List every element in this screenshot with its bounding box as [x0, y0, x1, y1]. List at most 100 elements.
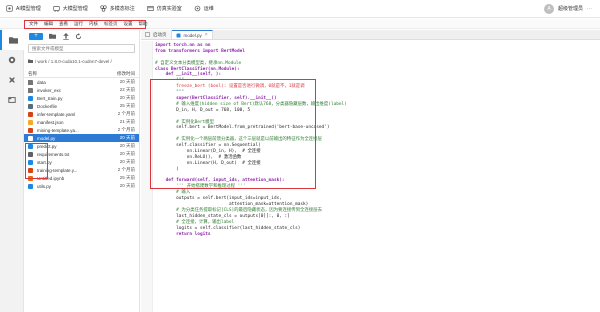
- file-name: mining-template.ya...: [37, 127, 79, 133]
- nav-label: 运维: [203, 6, 214, 12]
- file-row[interactable]: requirements.txt 20 天前: [24, 150, 139, 158]
- ops-icon: [194, 5, 201, 12]
- file-modified: 25 天前: [119, 103, 135, 108]
- file-modified: 20 天前: [119, 135, 135, 140]
- file-toolbar: +: [24, 30, 139, 42]
- python-file-icon: [176, 33, 180, 37]
- tab-label: model.py: [183, 32, 202, 38]
- code-line[interactable]: return logits: [155, 232, 455, 238]
- file-list: data 20 天前 invoker_exc 22 天前 Bert_train.py 20…: [24, 78, 139, 190]
- nav-label: 仿真实验室: [156, 6, 182, 12]
- rail-tabs[interactable]: [0, 90, 24, 110]
- rail-folder[interactable]: [0, 30, 24, 50]
- ai-model-icon: [6, 5, 13, 12]
- nav-ai-model[interactable]: AI模型管理: [0, 0, 47, 18]
- menubar-highlight-box: [24, 20, 146, 29]
- file-name: manifest.json: [37, 119, 64, 125]
- file-name: model.py: [37, 135, 56, 141]
- file-name: start.py: [37, 159, 52, 165]
- rail-commands[interactable]: [0, 70, 24, 90]
- file-name: Untitled.ipynb: [37, 175, 65, 181]
- folder-icon: [28, 79, 33, 85]
- nav-label: AI模型管理: [16, 6, 41, 12]
- tab-model-py[interactable]: model.py ×: [171, 30, 213, 39]
- file-modified: 20 天前: [119, 79, 135, 84]
- lab-icon: [147, 6, 154, 11]
- new-launcher-button[interactable]: +: [29, 32, 43, 40]
- annotation-icon: [100, 5, 107, 12]
- code-editor[interactable]: import torch.nn as nn from transformers i…: [141, 41, 600, 312]
- file-name: training-template.y...: [37, 167, 78, 173]
- upload-icon[interactable]: [62, 32, 69, 40]
- file-modified: 20 天前: [119, 151, 135, 156]
- tab-launcher[interactable]: 启动页: [141, 30, 172, 39]
- refresh-icon[interactable]: [75, 32, 82, 40]
- file-row[interactable]: infer-template.yaml 2 个月前: [24, 110, 139, 118]
- json-file-icon: [28, 119, 33, 125]
- file-modified: 20 天前: [119, 95, 135, 100]
- text-file-icon: [28, 151, 33, 157]
- line-gutter: [141, 41, 153, 312]
- file-modified: 21 天前: [119, 119, 135, 124]
- left-icon-rail: [0, 30, 24, 312]
- yaml-file-icon: [28, 111, 33, 117]
- nav-ops[interactable]: 运维: [188, 0, 220, 18]
- new-folder-icon[interactable]: [49, 33, 56, 40]
- python-file-icon: [28, 143, 33, 149]
- more-menu[interactable]: ···: [587, 6, 592, 12]
- file-row[interactable]: start.py 20 天前: [24, 158, 139, 166]
- rail-running[interactable]: [0, 50, 24, 70]
- user-name[interactable]: 超级管理员: [558, 5, 583, 12]
- python-file-icon: [28, 135, 33, 141]
- nav-label: 多模态标注: [109, 6, 135, 12]
- yaml-file-icon: [28, 167, 33, 173]
- file-row[interactable]: training-template.y... 2 个月前: [24, 166, 139, 174]
- file-row[interactable]: predict.py 20 天前: [24, 142, 139, 150]
- launcher-icon: [145, 32, 150, 37]
- file-row[interactable]: Untitled.ipynb 25 天前: [24, 174, 139, 182]
- tabs-icon: [8, 97, 16, 103]
- file-name: data: [37, 79, 46, 85]
- breadcrumb-path[interactable]: / work / 1.8.0-cuda10.1-cudnn7-devel /: [35, 59, 112, 64]
- notebook-file-icon: [28, 175, 33, 181]
- nav-label: 大模型管理: [62, 6, 88, 12]
- file-row[interactable]: invoker_exc 22 天前: [24, 86, 139, 94]
- file-row[interactable]: manifest.json 21 天前: [24, 118, 139, 126]
- file-modified: 2 个月前: [117, 111, 135, 116]
- python-file-icon: [28, 183, 33, 189]
- code-content[interactable]: import torch.nn as nn from transformers i…: [155, 43, 455, 237]
- col-name[interactable]: 名称: [28, 71, 117, 77]
- file-row[interactable]: mining-template.ya... 2 个月前: [24, 126, 139, 134]
- file-search: [28, 44, 135, 53]
- file-name: Bert_train.py: [37, 95, 63, 101]
- nav-annotation[interactable]: 多模态标注: [94, 0, 141, 18]
- file-file-icon: [28, 103, 33, 109]
- search-input[interactable]: [32, 46, 127, 51]
- file-row[interactable]: Dockerfile 25 天前: [24, 102, 139, 110]
- top-navigation-bar: AI模型管理 大模型管理 多模态标注 仿真实验室 运维 A 超级管理员 ···: [0, 0, 600, 18]
- avatar[interactable]: A: [543, 3, 554, 14]
- running-icon: [8, 56, 16, 64]
- file-name: infer-template.yaml: [37, 111, 76, 117]
- file-name: Dockerfile: [37, 103, 58, 109]
- file-browser: + / work / 1.8.0-cuda10.1-cudnn7-devel /…: [24, 30, 140, 312]
- file-list-header: 名称 修改时间: [24, 70, 139, 78]
- tab-bar: 启动页 model.py ×: [141, 30, 600, 40]
- close-icon[interactable]: ×: [205, 32, 208, 38]
- file-row[interactable]: data 20 天前: [24, 78, 139, 86]
- file-modified: 20 天前: [119, 183, 135, 188]
- file-row[interactable]: utils.py 20 天前: [24, 182, 139, 190]
- file-modified: 2 个月前: [117, 167, 135, 172]
- menubar: 文件 编辑 查看 运行 内核 标签页 设置 帮助: [0, 19, 600, 29]
- file-modified: 25 天前: [119, 175, 135, 180]
- file-row[interactable]: model.py 20 天前: [24, 134, 139, 142]
- nav-large-model[interactable]: 大模型管理: [47, 0, 94, 18]
- nav-lab[interactable]: 仿真实验室: [141, 0, 188, 18]
- col-modified[interactable]: 修改时间: [117, 71, 135, 77]
- python-file-icon: [28, 95, 33, 101]
- file-modified: 20 天前: [119, 143, 135, 148]
- file-row[interactable]: Bert_train.py 20 天前: [24, 94, 139, 102]
- folder-icon: [8, 37, 18, 44]
- python-file-icon: [28, 159, 33, 165]
- breadcrumb: / work / 1.8.0-cuda10.1-cudnn7-devel /: [28, 57, 135, 65]
